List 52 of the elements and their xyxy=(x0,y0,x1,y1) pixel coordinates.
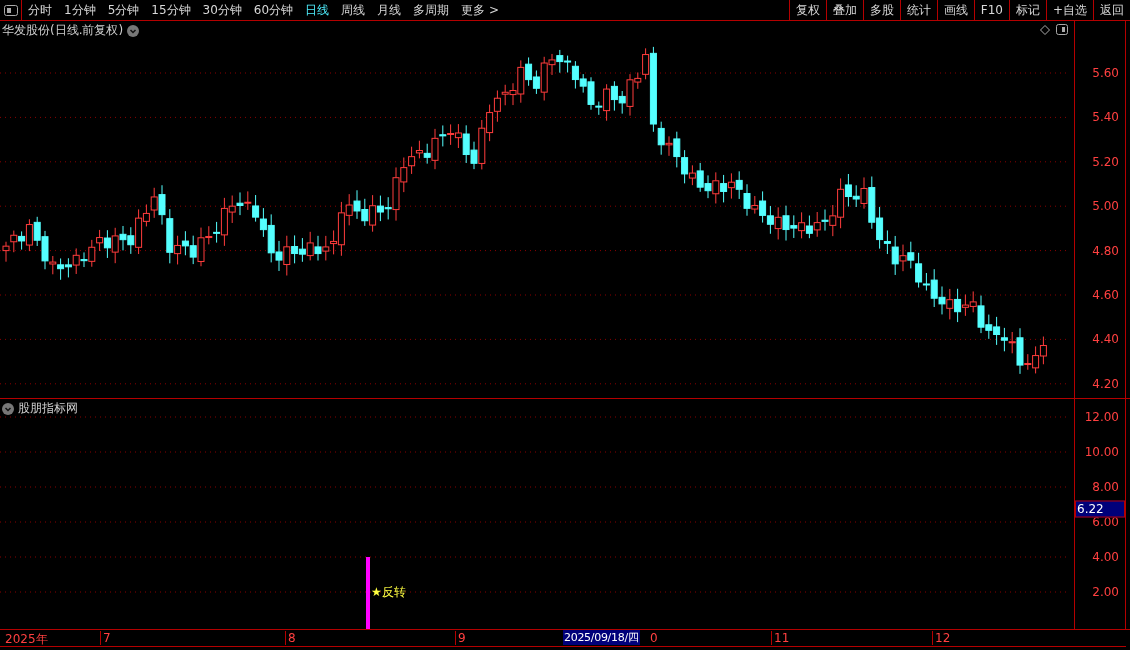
period-tab[interactable]: 5分钟 xyxy=(101,0,146,20)
period-tab[interactable]: 1分钟 xyxy=(58,0,102,20)
period-tab[interactable]: 多周期 xyxy=(407,0,456,20)
panel-toggle-icon[interactable] xyxy=(1056,24,1068,35)
indicator-axis-label: 10.00 xyxy=(1084,445,1119,459)
time-axis-label: 7 xyxy=(100,631,111,645)
period-tab[interactable]: 日线 xyxy=(299,0,336,20)
time-axis-label: 11 xyxy=(771,631,790,645)
price-axis-label: 5.60 xyxy=(1092,66,1119,80)
toolbar-button[interactable]: 叠加 xyxy=(825,0,863,20)
time-axis-label: 8 xyxy=(285,631,296,645)
toolbar-button[interactable]: 画线 xyxy=(936,0,974,20)
period-tab[interactable]: 15分钟 xyxy=(145,0,197,20)
toolbar-button[interactable]: F10 xyxy=(973,0,1009,20)
diamond-icon[interactable] xyxy=(1040,25,1050,35)
price-axis-label: 5.40 xyxy=(1092,110,1119,125)
time-axis-label: 0 xyxy=(649,631,658,645)
indicator-axis-label: 2.00 xyxy=(1092,585,1119,599)
chevron-down-icon[interactable] xyxy=(127,24,140,37)
period-tab[interactable]: 更多 > xyxy=(455,0,505,20)
indicator-axis-label: 8.00 xyxy=(1092,480,1119,494)
indicator-title: 股朋指标网 xyxy=(18,400,78,417)
chart-title: 华发股份(日线.前复权) xyxy=(2,22,124,39)
period-tab[interactable]: 月线 xyxy=(371,0,408,20)
toolbar-button[interactable]: 复权 xyxy=(788,0,826,20)
time-axis-label: 9 xyxy=(455,631,466,645)
price-axis-label: 4.80 xyxy=(1092,243,1119,258)
period-tab[interactable]: 30分钟 xyxy=(196,0,248,20)
price-axis-label: 4.40 xyxy=(1092,332,1119,347)
toolbar-button[interactable]: +自选 xyxy=(1045,0,1093,20)
signal-bar xyxy=(366,557,370,629)
cursor-value-label: 6.22 xyxy=(1075,500,1125,518)
toolbar-button[interactable]: 多股 xyxy=(862,0,900,20)
price-axis-label: 4.20 xyxy=(1092,376,1119,391)
toolbar-button[interactable]: 标记 xyxy=(1008,0,1046,20)
panel-toggle-icon xyxy=(3,4,18,16)
indicator-axis-label: 6.00 xyxy=(1092,515,1119,529)
price-axis-label: 5.20 xyxy=(1092,154,1119,169)
indicator-axis-label: 4.00 xyxy=(1092,550,1119,564)
period-tab[interactable]: 分时 xyxy=(22,0,58,20)
time-axis-label: 12 xyxy=(932,631,951,645)
cursor-date-label: 2025/09/18/四 xyxy=(563,630,640,645)
period-tab[interactable]: 周线 xyxy=(335,0,372,20)
signal-label: ★反转 xyxy=(371,583,406,601)
toolbar-button[interactable]: 返回 xyxy=(1093,0,1130,20)
price-axis-label: 4.60 xyxy=(1092,288,1119,302)
toolbar-button[interactable]: 统计 xyxy=(899,0,937,20)
price-axis-label: 5.00 xyxy=(1092,199,1119,214)
chevron-down-icon[interactable] xyxy=(2,402,14,415)
time-axis-label: 2025年 xyxy=(4,631,48,648)
period-tab[interactable]: 60分钟 xyxy=(247,0,300,20)
indicator-axis-label: 12.00 xyxy=(1084,410,1119,424)
